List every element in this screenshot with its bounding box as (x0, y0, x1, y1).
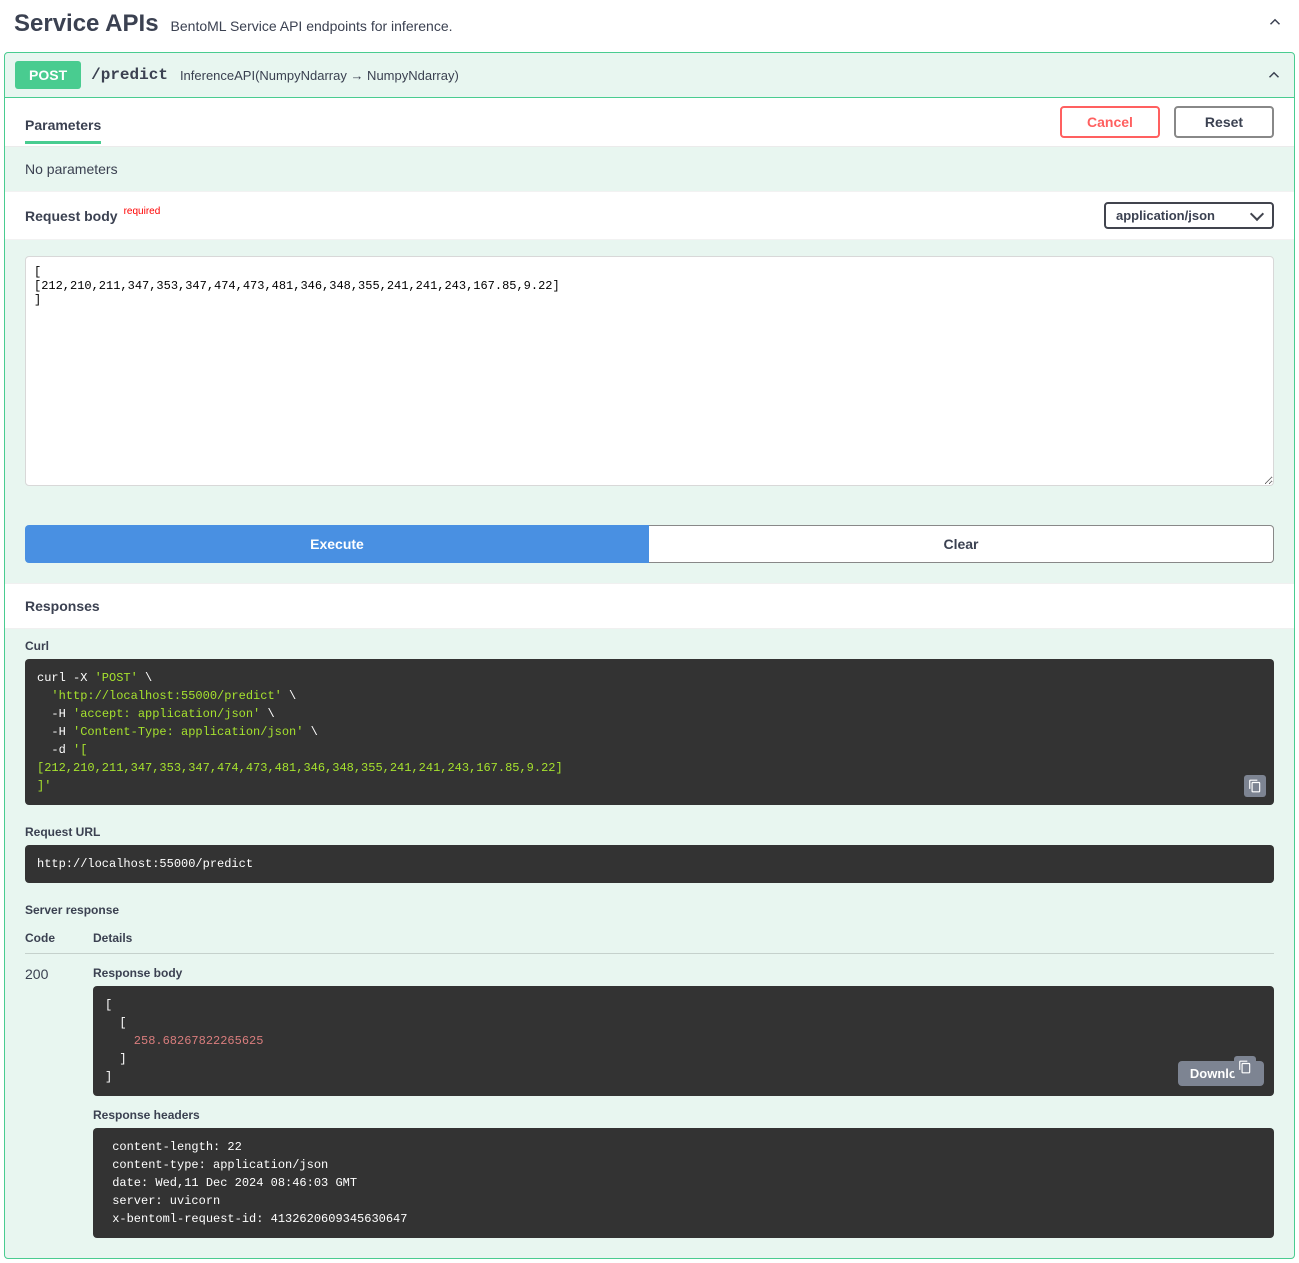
curl-text: [212,210,211,347,353,347,474,473,481,346… (37, 761, 563, 775)
response-code: 200 (25, 966, 93, 1238)
response-headers-block: content-length: 22 content-type: applica… (93, 1128, 1274, 1238)
curl-text: -H (37, 707, 73, 721)
curl-text: -d (37, 743, 73, 757)
curl-text: \ (282, 689, 296, 703)
response-row: 200 Response body [ [ 258.68267822265625… (25, 954, 1274, 1238)
reset-button[interactable]: Reset (1174, 106, 1274, 138)
copy-icon[interactable] (1234, 1056, 1256, 1078)
curl-text: \ (138, 671, 152, 685)
response-table-head: Code Details (25, 923, 1274, 954)
section-header[interactable]: Service APIs BentoML Service API endpoin… (0, 0, 1299, 48)
clear-button[interactable]: Clear (649, 525, 1274, 563)
request-url-label: Request URL (5, 815, 1294, 845)
operation-summary[interactable]: POST /predict InferenceAPI(NumpyNdarray … (5, 53, 1294, 98)
cancel-button[interactable]: Cancel (1060, 106, 1160, 138)
execute-row: Execute Clear (5, 505, 1294, 583)
content-type-value: application/json (1104, 202, 1274, 229)
curl-text: \ (303, 725, 317, 739)
curl-text: 'Content-Type: application/json' (73, 725, 303, 739)
server-response-label: Server response (5, 893, 1294, 923)
no-parameters-text: No parameters (5, 147, 1294, 191)
curl-text: curl -X (37, 671, 95, 685)
section-title: Service APIs (14, 10, 159, 38)
parameters-tab-bar: Parameters Cancel Reset (5, 98, 1294, 147)
curl-text: 'POST' (95, 671, 138, 685)
operation-body: Parameters Cancel Reset No parameters Re… (5, 98, 1294, 1258)
response-detail: Response body [ [ 258.68267822265625 ] ]… (93, 966, 1274, 1238)
response-body-block: [ [ 258.68267822265625 ] ]Download (93, 986, 1274, 1096)
curl-text: \ (260, 707, 274, 721)
curl-text: 'accept: application/json' (73, 707, 260, 721)
response-headers-label: Response headers (93, 1108, 1274, 1122)
curl-text: -H (37, 725, 73, 739)
response-body-label: Response body (93, 966, 1274, 980)
chevron-up-icon (1265, 12, 1285, 32)
details-column-header: Details (93, 931, 132, 945)
curl-text: 'http://localhost:55000/predict' (37, 689, 282, 703)
request-body-label: Request body (25, 208, 118, 224)
required-badge: required (124, 206, 161, 217)
curl-label: Curl (5, 629, 1294, 659)
response-table: Code Details 200 Response body [ [ 258.6… (5, 923, 1294, 1258)
content-type-select[interactable]: application/json (1104, 202, 1274, 229)
resp-line: [ (105, 1016, 127, 1030)
resp-value: 258.68267822265625 (105, 1034, 263, 1048)
method-badge: POST (15, 61, 81, 89)
section-description: BentoML Service API endpoints for infere… (171, 18, 1265, 34)
request-body-area (5, 240, 1294, 505)
code-column-header: Code (25, 931, 93, 945)
request-body-input[interactable] (25, 256, 1274, 486)
copy-icon[interactable] (1244, 775, 1266, 797)
endpoint-path: /predict (91, 66, 168, 84)
curl-text: ]' (37, 779, 51, 793)
tab-parameters[interactable]: Parameters (25, 109, 101, 144)
request-body-header: Request body required application/json (5, 191, 1294, 240)
chevron-up-icon (1264, 65, 1284, 85)
operation-block: POST /predict InferenceAPI(NumpyNdarray … (4, 52, 1295, 1259)
resp-line: ] (105, 1070, 112, 1084)
resp-line: ] (105, 1052, 127, 1066)
operation-description: InferenceAPI(NumpyNdarray → NumpyNdarray… (180, 68, 1264, 83)
curl-code-block: curl -X 'POST' \ 'http://localhost:55000… (25, 659, 1274, 805)
curl-text: '[ (73, 743, 87, 757)
resp-line: [ (105, 998, 112, 1012)
responses-header: Responses (5, 583, 1294, 629)
request-url-block: http://localhost:55000/predict (25, 845, 1274, 883)
execute-button[interactable]: Execute (25, 525, 649, 563)
request-url-value: http://localhost:55000/predict (37, 857, 253, 871)
